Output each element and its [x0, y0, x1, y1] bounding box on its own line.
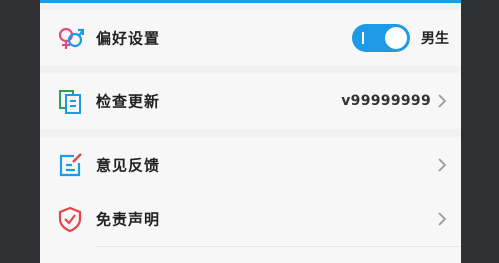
check-update-label: 检查更新: [96, 92, 161, 111]
disclaimer-label: 免责声明: [96, 210, 161, 229]
feedback-label: 意见反馈: [96, 156, 161, 175]
chevron-right-icon: [438, 212, 447, 226]
edit-note-icon: [59, 153, 82, 177]
support-card: 意见反馈 免责声明: [40, 137, 461, 263]
settings-screen: 偏好设置 男生 检查更新 v99999999 意见反馈 免责声明: [40, 0, 461, 263]
toggle-on-mark: [362, 32, 364, 44]
document-copy-icon: [59, 90, 81, 114]
chevron-right-icon: [438, 158, 447, 172]
chevron-right-icon: [438, 94, 447, 108]
feedback-row[interactable]: 意见反馈: [40, 137, 461, 193]
version-value: v99999999: [341, 93, 431, 109]
top-accent-line: [40, 0, 461, 3]
disclaimer-row[interactable]: 免责声明: [40, 191, 461, 247]
toggle-knob: [385, 27, 407, 49]
gender-value: 男生: [421, 31, 449, 47]
shield-check-icon: [58, 206, 82, 233]
update-card: 检查更新 v99999999: [40, 73, 461, 129]
check-update-row[interactable]: 检查更新 v99999999: [40, 73, 461, 129]
gender-toggle[interactable]: [352, 24, 410, 52]
gender-icon: [58, 27, 84, 49]
preference-label: 偏好设置: [96, 29, 161, 48]
row-divider: [96, 246, 461, 247]
